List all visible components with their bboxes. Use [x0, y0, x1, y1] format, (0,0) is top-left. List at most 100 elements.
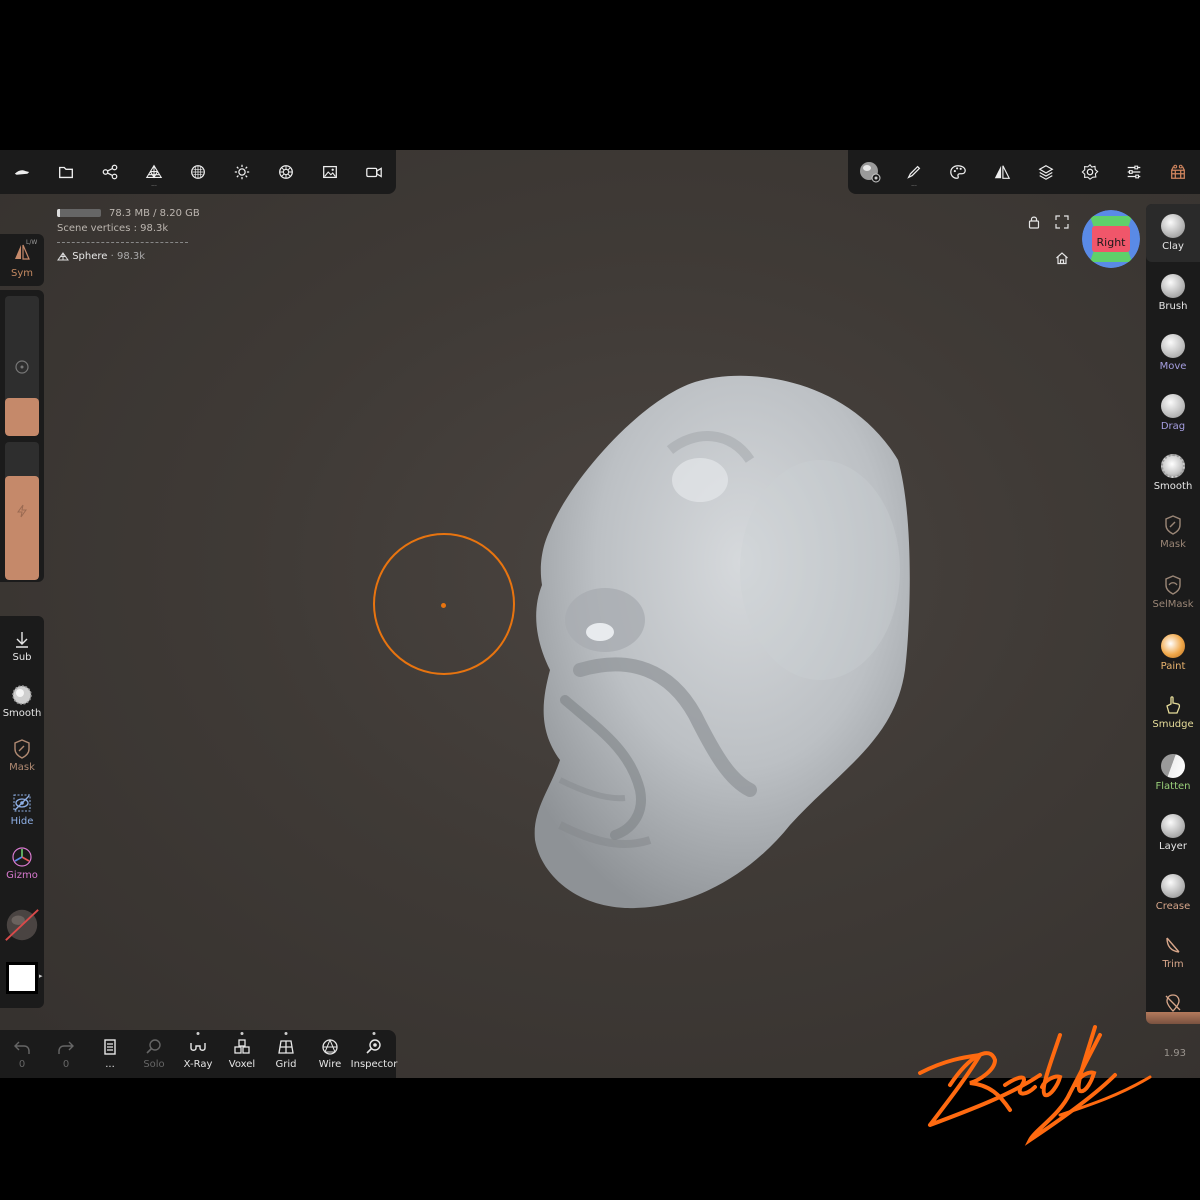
matcap-icon[interactable]	[848, 150, 892, 194]
letterbox-top	[0, 0, 1200, 150]
logo-icon[interactable]	[0, 150, 44, 194]
chevron-right-icon: ▸	[39, 972, 43, 980]
symmetry-mode: L/W	[26, 239, 38, 246]
matcap-preview[interactable]	[0, 906, 44, 944]
history-button[interactable]: ...	[88, 1030, 132, 1078]
move-icon	[1161, 334, 1185, 358]
store-icon[interactable]	[1156, 150, 1200, 194]
brush-cursor-center	[441, 603, 446, 608]
smooth-tool[interactable]: Smooth	[1146, 454, 1200, 492]
trim-icon	[1166, 937, 1180, 953]
xray-indicator	[196, 1032, 200, 1035]
sculpt-mesh[interactable]	[520, 370, 920, 915]
symmetry-icon	[15, 244, 30, 260]
grid-button[interactable]: Grid	[264, 1030, 308, 1078]
undo-button[interactable]: 0	[0, 1030, 44, 1078]
paint-tool[interactable]: Paint	[1146, 634, 1200, 672]
inspector-button[interactable]: Inspector	[351, 1030, 397, 1078]
lock-icon[interactable]	[1027, 215, 1041, 229]
voxel-icon	[234, 1039, 250, 1054]
undo-icon	[14, 1041, 30, 1054]
wire-button[interactable]: Wire	[308, 1030, 352, 1078]
smooth-icon	[1161, 454, 1185, 478]
color-swatch[interactable]: ▸	[0, 962, 44, 994]
color-swatch-fill	[6, 962, 38, 994]
right-tool-panel: Clay Brush Move Drag Smooth Mask SelMask	[1146, 204, 1200, 1022]
selmask-icon	[1165, 575, 1181, 595]
gizmo-button[interactable]: Gizmo	[0, 846, 44, 881]
layer-tool[interactable]: Layer	[1146, 814, 1200, 852]
selmask-tool[interactable]: SelMask	[1146, 574, 1200, 610]
disabled-tool-icon	[1165, 994, 1181, 1012]
smudge-tool[interactable]: Smudge	[1146, 694, 1200, 730]
background-icon[interactable]	[308, 150, 352, 194]
voxel-indicator	[240, 1032, 244, 1035]
gizmo-icon	[12, 847, 32, 867]
mask-tool[interactable]: Mask	[1146, 514, 1200, 550]
more-tools[interactable]	[1146, 992, 1200, 1014]
trim-tool[interactable]: Trim	[1146, 934, 1200, 970]
radius-slider[interactable]	[5, 296, 39, 436]
folder-icon[interactable]	[44, 150, 88, 194]
palette-icon[interactable]	[936, 150, 980, 194]
layer-icon	[1161, 814, 1185, 838]
drag-tool[interactable]: Drag	[1146, 394, 1200, 432]
inspector-indicator	[372, 1032, 376, 1035]
mesh-icon	[57, 251, 69, 260]
active-object[interactable]: Sphere · 98.3k	[57, 249, 200, 264]
intensity-icon	[17, 504, 27, 518]
brush-tool[interactable]: Brush	[1146, 274, 1200, 312]
settings-icon[interactable]	[1068, 150, 1112, 194]
redo-icon	[58, 1041, 74, 1054]
light-icon[interactable]	[220, 150, 264, 194]
grid-icon	[278, 1040, 294, 1054]
object-vertex-count: · 98.3k	[110, 251, 146, 262]
hide-icon	[13, 794, 31, 812]
smooth-button[interactable]: Smooth	[0, 684, 44, 719]
symmetry-label: Sym	[10, 268, 33, 279]
layers-icon[interactable]	[1024, 150, 1068, 194]
bottom-toolbar: 0 0 ... Solo X-Ray Voxel Grid Wire Inspe…	[0, 1030, 397, 1078]
memory-usage: 78.3 MB / 8.20 GB	[57, 206, 200, 221]
sub-button[interactable]: Sub	[0, 628, 44, 663]
crease-tool[interactable]: Crease	[1146, 874, 1200, 912]
clay-tool[interactable]: Clay	[1146, 204, 1200, 262]
clay-icon	[1161, 214, 1185, 238]
scene-vertices: Scene vertices : 98.3k	[57, 223, 169, 234]
smudge-icon	[1166, 696, 1181, 714]
view-cube-label: Right	[1096, 236, 1126, 249]
hide-button[interactable]: Hide	[0, 792, 44, 827]
viewport[interactable]: ... ... 78.3 MB / 8.20 GB Scene vertices…	[0, 150, 1200, 1078]
info-divider	[57, 242, 188, 243]
crease-icon	[1161, 874, 1185, 898]
xray-button[interactable]: X-Ray	[176, 1030, 220, 1078]
voxel-button[interactable]: Voxel	[220, 1030, 264, 1078]
move-tool[interactable]: Move	[1146, 334, 1200, 372]
version-label: 1.93	[1163, 1048, 1186, 1059]
scene-info: 78.3 MB / 8.20 GB Scene vertices : 98.3k…	[57, 206, 200, 264]
redo-button[interactable]: 0	[44, 1030, 88, 1078]
drag-icon	[1161, 394, 1185, 418]
intensity-slider[interactable]	[5, 442, 39, 580]
artist-signature	[918, 1025, 1152, 1146]
solo-button[interactable]: Solo	[132, 1030, 176, 1078]
shading-icon[interactable]	[264, 150, 308, 194]
brush-sliders	[0, 290, 44, 582]
mask-button[interactable]: Mask	[0, 738, 44, 773]
fullscreen-icon[interactable]	[1055, 215, 1069, 229]
paint-icon	[1161, 634, 1185, 658]
scene-graph-icon[interactable]	[88, 150, 132, 194]
symmetry-icon[interactable]	[980, 150, 1024, 194]
flatten-tool[interactable]: Flatten	[1146, 754, 1200, 792]
home-icon[interactable]	[1055, 251, 1069, 265]
sliders-icon[interactable]	[1112, 150, 1156, 194]
topology-icon[interactable]: ...	[132, 150, 176, 194]
smooth-icon	[12, 685, 32, 705]
arrow-down-icon	[16, 632, 28, 648]
material-icon[interactable]	[176, 150, 220, 194]
stroke-icon[interactable]: ...	[892, 150, 936, 194]
glasses-icon	[190, 1043, 206, 1051]
camera-icon[interactable]	[352, 150, 396, 194]
symmetry-toggle[interactable]: L/W Sym	[0, 234, 44, 286]
intensity-slider-fill	[5, 476, 39, 580]
